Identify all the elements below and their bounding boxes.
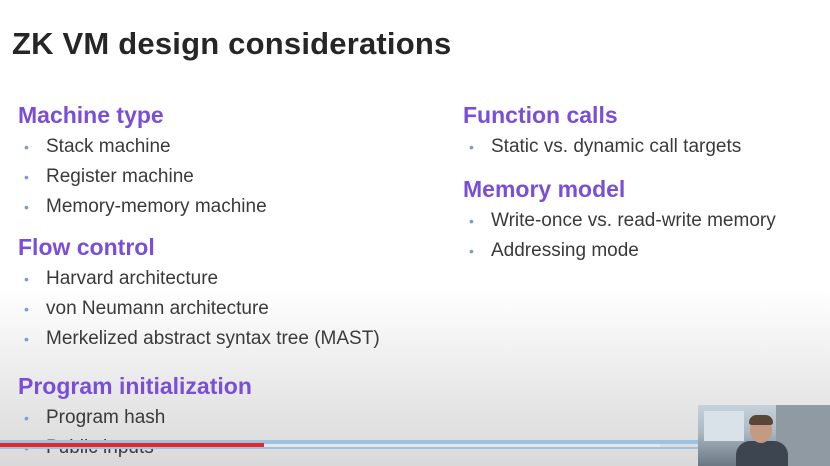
list-item: • Write-once vs. read-write memory (463, 206, 776, 236)
section-machine-type: Machine type • Stack machine • Register ma… (18, 100, 267, 222)
list-item: • Program hash (18, 403, 252, 433)
slide-title: ZK VM design considerations (12, 26, 452, 61)
section-memory-model: Memory model • Write-once vs. read-write … (463, 174, 776, 266)
list-item-text: Addressing mode (491, 240, 639, 261)
bullet-icon: • (24, 301, 29, 317)
list-item-text: Program hash (46, 407, 166, 428)
list-item: • Harvard architecture (18, 264, 380, 294)
section-heading: Function calls (463, 102, 618, 128)
presenter-body (736, 441, 788, 466)
section-heading: Memory model (463, 176, 626, 202)
bullet-list: • Stack machine • Register machine • Memory… (18, 132, 267, 222)
video-progress-bar[interactable] (0, 440, 700, 466)
list-item-text: Write-once vs. read-write memory (491, 210, 776, 231)
section-flow-control: Flow control • Harvard architecture • von … (18, 232, 380, 354)
list-item: • Static vs. dynamic call targets (463, 132, 741, 162)
list-item: • von Neumann architecture (18, 294, 380, 324)
bullet-list: • Static vs. dynamic call targets (463, 132, 741, 162)
section-heading: Machine type (18, 102, 164, 128)
presenter-hair (749, 415, 773, 425)
list-item-text: Static vs. dynamic call targets (491, 136, 742, 157)
bullet-icon: • (24, 139, 29, 155)
list-item: • Memory-memory machine (18, 192, 267, 222)
webcam-background-window (704, 411, 744, 441)
presenter-webcam (698, 405, 830, 466)
progress-track-lower (0, 447, 700, 449)
list-item-text: Merkelized abstract syntax tree (MAST) (46, 328, 380, 349)
bullet-icon: • (469, 213, 474, 229)
bullet-icon: • (469, 243, 474, 259)
bullet-icon: • (24, 271, 29, 287)
bullet-icon: • (24, 410, 29, 426)
list-item: • Stack machine (18, 132, 267, 162)
bullet-list: • Harvard architecture • von Neumann archi… (18, 264, 380, 354)
list-item: • Addressing mode (463, 236, 776, 266)
list-item-text: Stack machine (46, 136, 171, 157)
list-item-text: Memory-memory machine (46, 196, 267, 217)
section-heading: Program initialization (18, 373, 252, 399)
list-item: • Merkelized abstract syntax tree (MAST) (18, 324, 380, 354)
section-heading: Flow control (18, 234, 155, 260)
list-item-text: Register machine (46, 166, 194, 187)
section-function-calls: Function calls • Static vs. dynamic call … (463, 100, 741, 162)
bullet-icon: • (24, 199, 29, 215)
list-item-text: von Neumann architecture (46, 298, 269, 319)
bullet-icon: • (24, 331, 29, 347)
bullet-icon: • (24, 169, 29, 185)
bullet-list: • Write-once vs. read-write memory • Addre… (463, 206, 776, 266)
list-item: • Register machine (18, 162, 267, 192)
bullet-icon: • (469, 139, 474, 155)
list-item-text: Harvard architecture (46, 268, 219, 289)
